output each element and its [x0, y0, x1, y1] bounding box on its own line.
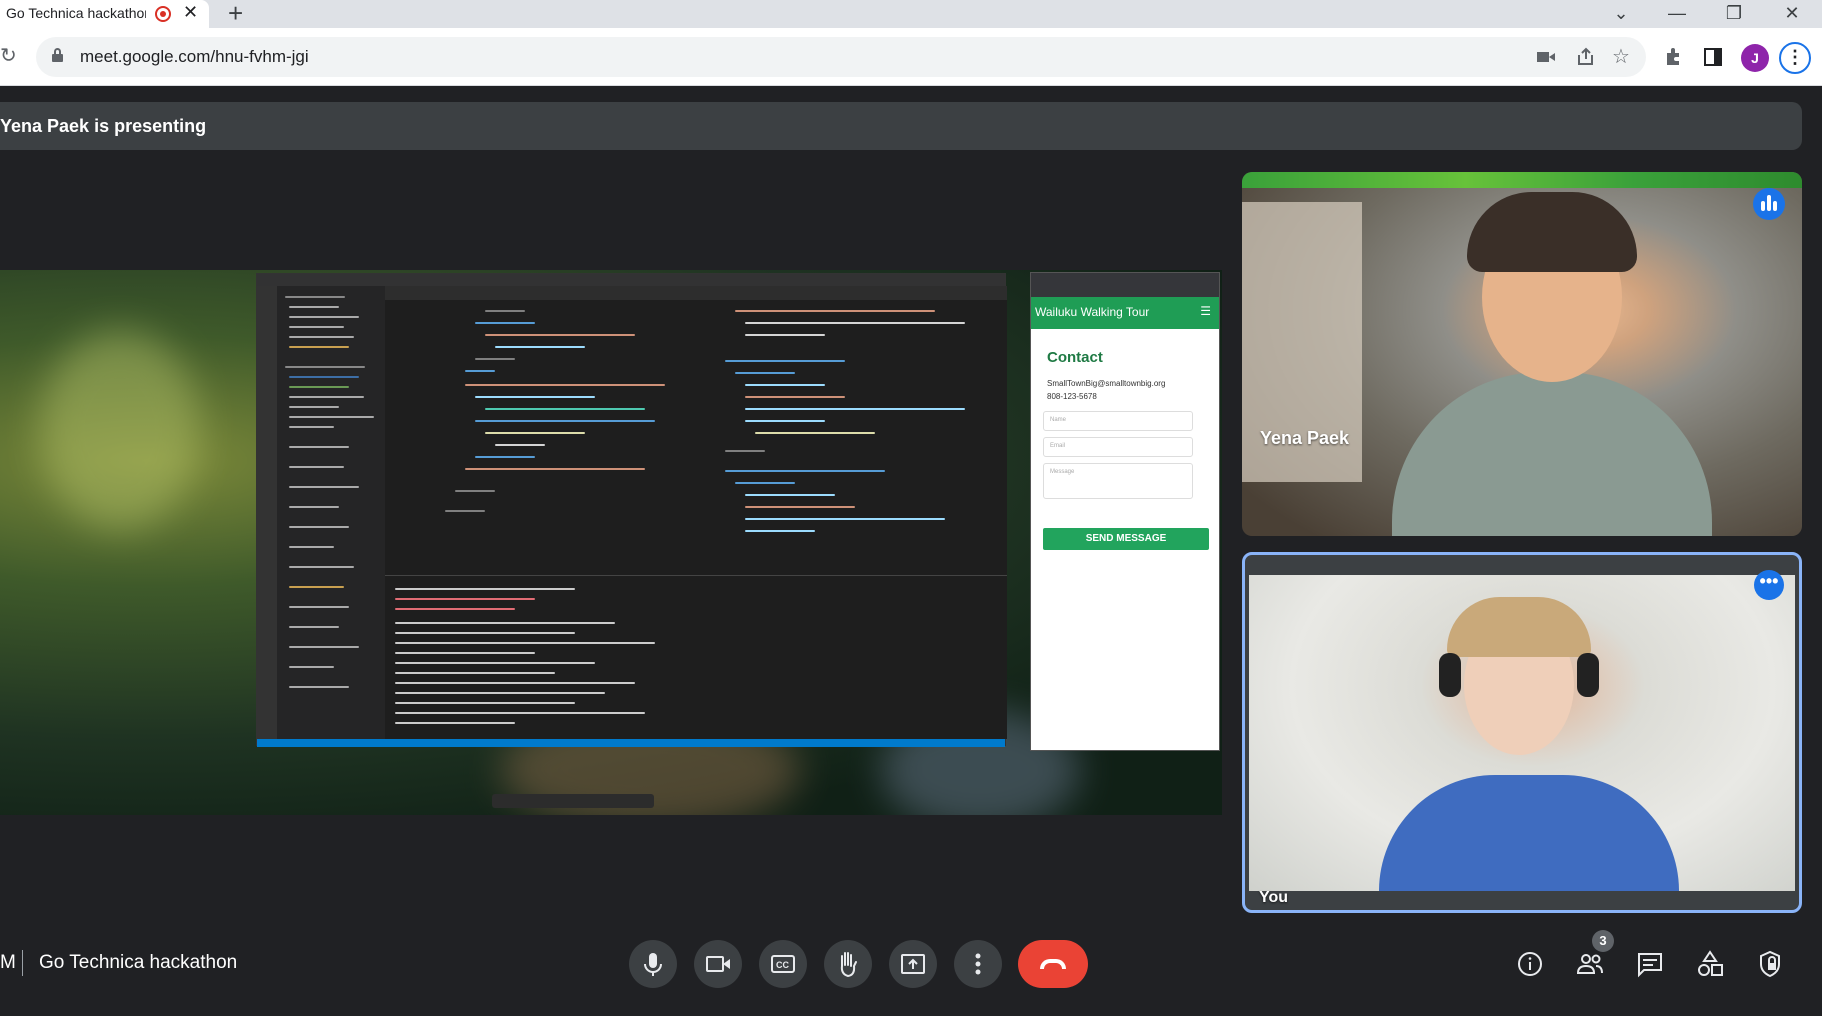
- contact-email: SmallTownBig@smalltownbig.org: [1047, 379, 1166, 388]
- speaking-indicator-icon: [1753, 188, 1785, 220]
- sharing-notice-bar: [492, 794, 654, 808]
- close-window-button[interactable]: ✕: [1765, 0, 1819, 28]
- extensions-icon[interactable]: [1663, 47, 1683, 67]
- new-tab-button[interactable]: +: [228, 0, 243, 29]
- more-icon[interactable]: [954, 940, 1002, 988]
- microphone-icon[interactable]: [629, 940, 677, 988]
- headset-icon: [1439, 653, 1461, 697]
- camera-icon[interactable]: [694, 940, 742, 988]
- editor-tabs: [385, 286, 1007, 300]
- present-icon[interactable]: [889, 940, 937, 988]
- lock-icon[interactable]: [52, 48, 63, 62]
- host-controls-icon[interactable]: [1752, 946, 1788, 982]
- editor-status-bar: [257, 739, 1005, 747]
- editor-title-bar: [257, 274, 1005, 286]
- participant-name: You: [1259, 889, 1289, 906]
- more-options-icon[interactable]: •••: [1754, 570, 1784, 600]
- site-title: Wailuku Walking Tour: [1035, 305, 1150, 319]
- hang-up-button[interactable]: [1018, 940, 1088, 988]
- address-bar-row: ↻ meet.google.com/hnu-fvhm-jgi ☆ J ⋮: [0, 28, 1822, 86]
- terminal-panel: [385, 575, 1007, 739]
- hang-up-icon: [1040, 959, 1066, 969]
- side-panel-icon[interactable]: [1704, 48, 1722, 66]
- presenting-banner: Yena Paek is presenting: [0, 102, 1802, 150]
- recording-icon: [155, 6, 171, 22]
- captions-icon[interactable]: CC: [759, 940, 807, 988]
- participant-count-badge: 3: [1592, 930, 1614, 952]
- close-tab-icon[interactable]: ✕: [183, 2, 198, 23]
- participant-tile-yena[interactable]: Yena Paek: [1242, 172, 1802, 536]
- presenting-text: Yena Paek is presenting: [0, 116, 207, 136]
- browser-tab[interactable]: Go Technica hackathon ✕: [0, 0, 209, 28]
- background-blur: [40, 330, 200, 530]
- tab-search-icon[interactable]: ⌄: [1594, 0, 1648, 28]
- tab-title: Go Technica hackathon: [6, 5, 146, 21]
- share-icon[interactable]: [1576, 47, 1596, 67]
- site-navbar: Wailuku Walking Tour ☰: [1031, 297, 1219, 329]
- send-message-button: SEND MESSAGE: [1043, 528, 1209, 550]
- name-field: Name: [1043, 411, 1193, 431]
- restore-button[interactable]: ❐: [1707, 0, 1761, 28]
- editor-file-explorer: [277, 286, 385, 739]
- preview-browser-chrome: [1031, 273, 1219, 297]
- info-icon[interactable]: [1512, 946, 1548, 982]
- divider: [22, 950, 23, 976]
- camera-in-use-icon[interactable]: [1536, 49, 1556, 65]
- participant-body: [1379, 775, 1679, 891]
- website-preview: Wailuku Walking Tour ☰ Contact SmallTown…: [1030, 272, 1220, 751]
- participant-tile-you[interactable]: You: [1242, 552, 1802, 913]
- headset-earcup: [1577, 653, 1599, 697]
- activities-icon[interactable]: [1692, 946, 1728, 982]
- shared-screen: Wailuku Walking Tour ☰ Contact SmallTown…: [0, 270, 1222, 815]
- minimize-button[interactable]: —: [1650, 0, 1704, 28]
- chat-icon[interactable]: [1632, 946, 1668, 982]
- code-area: [385, 300, 1007, 575]
- message-field: Message: [1043, 463, 1193, 499]
- participant-name: Yena Paek: [1260, 428, 1350, 448]
- code-editor-window: [256, 273, 1007, 747]
- participant-hair: [1447, 597, 1591, 657]
- meeting-title: Go Technica hackathon: [39, 952, 238, 973]
- hamburger-menu-icon: ☰: [1200, 304, 1211, 318]
- participant-hair: [1467, 192, 1637, 272]
- profile-avatar[interactable]: J: [1741, 44, 1769, 72]
- contact-heading: Contact: [1047, 349, 1103, 366]
- participant-body: [1392, 372, 1712, 536]
- email-field: Email: [1043, 437, 1193, 457]
- browser-menu-icon[interactable]: ⋮: [1779, 42, 1811, 74]
- self-video: [1249, 575, 1795, 891]
- contact-phone: 808-123-5678: [1047, 392, 1097, 401]
- bookmark-star-icon[interactable]: ☆: [1612, 44, 1630, 69]
- meeting-time: M: [0, 952, 16, 973]
- url-field[interactable]: meet.google.com/hnu-fvhm-jgi ☆: [36, 37, 1646, 77]
- reload-icon[interactable]: ↻: [0, 43, 17, 68]
- background-plant: [1242, 172, 1802, 188]
- url-text[interactable]: meet.google.com/hnu-fvhm-jgi: [80, 47, 309, 67]
- svg-text:CC: CC: [776, 960, 789, 970]
- browser-tab-bar: Go Technica hackathon ✕ + ⌄ — ❐ ✕: [0, 0, 1822, 28]
- raise-hand-icon[interactable]: [824, 940, 872, 988]
- editor-activity-bar: [257, 286, 277, 739]
